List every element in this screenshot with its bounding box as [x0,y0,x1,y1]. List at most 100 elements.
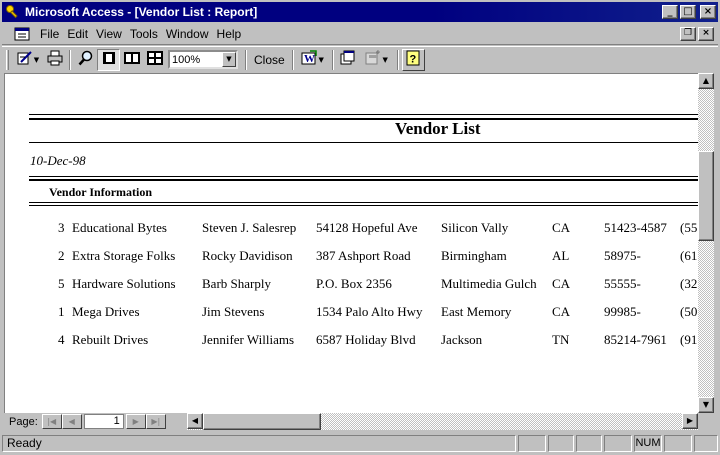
postal-code: 51423-4587 [604,220,667,235]
new-object-icon [365,50,381,69]
toolbar-separator [396,49,399,70]
vendor-name: Hardware Solutions [72,276,176,291]
city: Silicon Vally [441,220,509,235]
chevron-down-icon: ▼ [382,55,388,64]
two-pages-button[interactable] [120,49,143,71]
zoom-dropdown-icon[interactable]: ▼ [222,52,236,67]
contact-name: Steven J. Salesrep [202,220,297,235]
scroll-right-icon[interactable]: ▶ [682,413,698,429]
vendor-id: 1 [58,304,65,319]
vendor-name: Rebuilt Drives [72,332,149,347]
one-page-icon [102,51,116,68]
vendor-id: 2 [58,248,65,263]
state: TN [552,332,570,347]
vendor-name: Extra Storage Folks [72,248,176,263]
vendor-id: 5 [58,276,65,291]
vendor-name: Mega Drives [72,304,140,319]
top-rule-thick [29,118,700,120]
zoom-button[interactable] [74,49,97,71]
top-rule [29,114,700,115]
state: AL [552,248,570,263]
status-pane [604,434,632,452]
previous-page-icon[interactable]: ◀ [61,414,82,429]
status-pane [576,434,602,452]
menu-tools[interactable]: Tools [126,27,162,41]
status-pane [518,434,546,452]
vendor-name: Educational Bytes [72,220,167,235]
menu-help[interactable]: Help [213,27,246,41]
last-page-icon[interactable]: ▶| [145,414,166,429]
toolbar-separator [331,49,334,70]
menu-edit[interactable]: Edit [63,27,92,41]
zoom-value[interactable]: 100% [170,54,222,66]
menu-view[interactable]: View [92,27,126,41]
state: CA [552,276,571,291]
next-page-icon[interactable]: ▶ [125,414,146,429]
scroll-down-icon[interactable]: ▼ [698,397,714,413]
contact-name: Jennifer Williams [202,332,295,347]
postal-code: 99985- [604,304,641,319]
chevron-down-icon: ▼ [33,55,40,64]
doc-close-button[interactable]: × [698,26,714,41]
status-pane [694,434,718,452]
scroll-up-icon[interactable]: ▲ [698,73,714,89]
office-links-button[interactable]: W ▼ [297,49,329,71]
section-rule-thick [29,179,700,181]
phone: (50 [680,304,698,319]
postal-code: 55555- [604,276,641,291]
toolbar-grip[interactable] [6,49,9,70]
svg-text:W: W [304,53,315,65]
word-link-icon: W [301,50,318,69]
one-page-button[interactable] [97,48,120,71]
vertical-scroll-thumb[interactable] [698,151,714,241]
multiple-pages-button[interactable] [143,49,166,71]
table-row: 2 Extra Storage Folks Rocky Davidison 38… [5,248,700,268]
address: P.O. Box 2356 [316,276,392,291]
doc-restore-button[interactable]: ❐ [680,26,696,41]
section-rule [29,176,700,177]
close-preview-button[interactable]: Close [250,53,289,67]
postal-code: 58975- [604,248,641,263]
access-key-icon[interactable] [5,4,21,20]
zoom-combo[interactable]: 100% ▼ [168,50,238,69]
report-doc-icon[interactable] [14,27,30,41]
table-row: 1 Mega Drives Jim Stevens 1534 Palo Alto… [5,304,700,324]
horizontal-scroll-thumb[interactable] [203,413,321,430]
title-bar: Microsoft Access - [Vendor List : Report… [2,2,718,22]
menu-window[interactable]: Window [162,27,213,41]
horizontal-scrollbar[interactable]: ◀ ▶ [187,413,698,430]
view-button[interactable]: ▼ [13,49,43,71]
report-title: Vendor List [395,119,481,138]
print-preview-toolbar: ▼ 100% ▼ Close W ▼ ▼ ? [2,46,718,72]
database-window-button[interactable] [337,49,360,71]
section-header: Vendor Information [49,185,153,199]
svg-text:?: ? [410,54,417,66]
contact-name: Jim Stevens [202,304,265,319]
vendor-id: 4 [58,332,65,347]
menu-file[interactable]: File [36,27,63,41]
new-object-button[interactable]: ▼ [360,49,394,71]
multiple-pages-icon [146,51,163,68]
page-number-input[interactable]: 1 [83,414,124,429]
report-preview-area[interactable]: Vendor List 10-Dec-98 Vendor Information… [4,73,700,413]
first-page-icon[interactable]: |◀ [41,414,62,429]
vendor-id: 3 [58,220,65,235]
minimize-button[interactable]: _ [662,5,678,19]
address: 6587 Holiday Blvd [316,332,416,347]
menu-bar: File Edit View Tools Window Help ❐ × [2,23,718,45]
report-date: 10-Dec-98 [30,153,86,168]
help-button[interactable]: ? [401,48,425,71]
chevron-down-icon: ▼ [318,55,324,64]
close-button[interactable]: × [700,5,716,19]
city: Birmingham [441,248,507,263]
vertical-scrollbar[interactable]: ▲ ▼ [698,73,714,413]
scroll-left-icon[interactable]: ◀ [187,413,203,429]
section-underline [29,202,700,203]
city: East Memory [441,304,512,319]
contact-name: Rocky Davidison [202,248,293,263]
num-lock-indicator: NUM [634,434,662,452]
maximize-button[interactable]: □ [680,5,696,19]
print-button[interactable] [43,49,66,71]
postal-code: 85214-7961 [604,332,667,347]
status-pane [548,434,574,452]
